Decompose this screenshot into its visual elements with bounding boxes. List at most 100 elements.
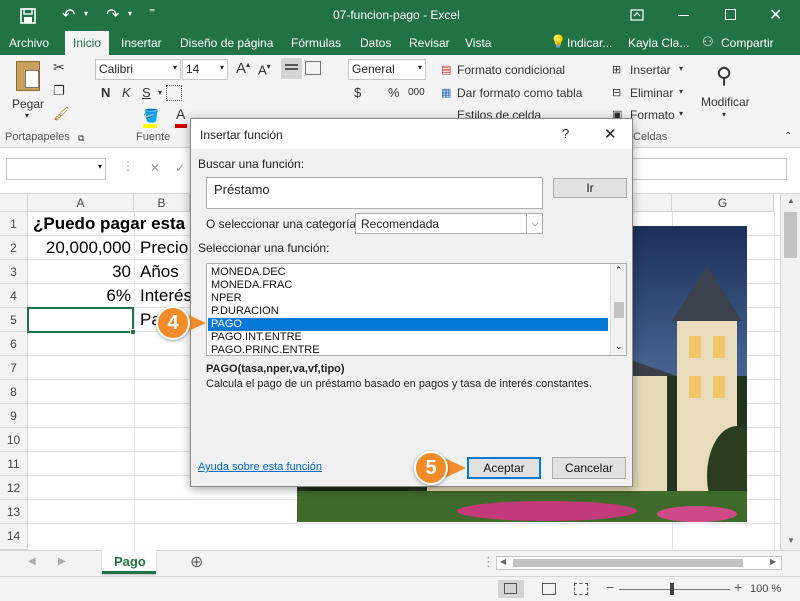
row-header[interactable]: 11 [0, 452, 28, 476]
insert-cells-button[interactable]: Insertar [630, 63, 671, 77]
tab-insertar[interactable]: Insertar [121, 36, 162, 50]
wrap-text-icon[interactable] [305, 61, 321, 75]
vertical-scrollbar[interactable]: ▲ ▼ [780, 194, 800, 550]
function-list-scrollbar[interactable]: ⌃ ⌄ [610, 264, 626, 355]
scroll-left-icon[interactable]: ◀ [500, 557, 506, 566]
row-header[interactable]: 6 [0, 332, 28, 356]
row-header[interactable]: 14 [0, 524, 28, 550]
sheet-prev-icon[interactable]: ◀ [28, 556, 36, 567]
customize-qat-icon[interactable]: ⁼ [149, 5, 155, 19]
undo-dropdown-icon[interactable]: ▾ [84, 9, 88, 18]
modify-button[interactable]: Modificar [701, 95, 750, 109]
cell-a3[interactable]: 30 [28, 260, 131, 284]
chevron-down-icon[interactable]: ▾ [679, 64, 683, 73]
active-cell-a5[interactable] [27, 307, 134, 333]
tab-revisar[interactable]: Revisar [409, 36, 450, 50]
column-header-b[interactable]: B [134, 194, 190, 212]
paste-label[interactable]: Pegar [12, 97, 44, 111]
copy-icon[interactable]: ❐ [53, 83, 65, 99]
chevron-down-icon[interactable]: ▾ [679, 87, 683, 96]
delete-cells-button[interactable]: Eliminar [630, 86, 673, 100]
font-size-box[interactable]: 14 ▾ [182, 59, 228, 80]
table-format-button[interactable]: Dar formato como tabla [457, 86, 582, 100]
format-cells-button[interactable]: Formato [630, 108, 675, 122]
row-header[interactable]: 12 [0, 476, 28, 500]
tab-inicio[interactable]: Inicio [65, 31, 110, 55]
cut-icon[interactable]: ✂ [53, 59, 65, 76]
scroll-up-icon[interactable]: ⌃ [615, 265, 623, 276]
ribbon-display-icon[interactable] [630, 9, 644, 21]
name-box[interactable]: ▾ [6, 158, 106, 180]
chevron-down-icon[interactable]: ⌵ [526, 214, 543, 233]
font-name-box[interactable]: Calibri ▾ [95, 59, 181, 80]
share-button[interactable]: ⚇ Compartir [696, 31, 788, 55]
function-list-item[interactable]: MONEDA.DEC [208, 266, 608, 279]
zoom-in-icon[interactable]: + [734, 579, 742, 595]
page-break-icon[interactable] [574, 583, 588, 595]
close-icon[interactable]: ✕ [769, 5, 782, 25]
row-header[interactable]: 3 [0, 260, 28, 284]
row-header[interactable]: 10 [0, 428, 28, 452]
function-list-item[interactable]: MONEDA.FRAC [208, 279, 608, 292]
row-header[interactable]: 5 [0, 308, 28, 332]
confirm-entry-icon[interactable]: ✓ [175, 161, 185, 175]
column-header-f[interactable] [633, 194, 672, 212]
normal-view-icon[interactable] [498, 580, 524, 598]
chevron-down-icon[interactable]: ▾ [722, 110, 726, 119]
zoom-slider-thumb[interactable] [670, 583, 674, 595]
cell-b2[interactable]: Precio [140, 236, 188, 260]
paste-dropdown-icon[interactable]: ▾ [25, 111, 29, 120]
number-format-box[interactable]: General ▾ [348, 59, 426, 80]
thousands-button[interactable]: 000 [408, 87, 425, 98]
redo-icon[interactable]: ↷ [106, 5, 119, 25]
dialog-help-button[interactable]: ? [562, 126, 569, 141]
select-all-corner[interactable] [0, 194, 28, 212]
sheet-tab-pago[interactable]: Pago [102, 550, 156, 574]
cancel-entry-icon[interactable]: ✕ [150, 161, 160, 175]
row-header[interactable]: 4 [0, 284, 28, 308]
row-header[interactable]: 13 [0, 500, 28, 524]
column-header-g[interactable]: G [672, 194, 774, 212]
clipboard-launcher-icon[interactable]: ⧉ [78, 133, 84, 144]
scroll-up-icon[interactable]: ▲ [787, 196, 795, 205]
zoom-level[interactable]: 100 % [750, 583, 781, 595]
percent-button[interactable]: % [388, 85, 400, 100]
cell-a2[interactable]: 20,000,000 [28, 236, 131, 260]
paste-icon[interactable] [16, 61, 40, 91]
function-list-thumb[interactable] [614, 302, 624, 318]
undo-icon[interactable]: ↶ [62, 5, 75, 25]
conditional-format-button[interactable]: Formato condicional [457, 63, 565, 77]
tell-me[interactable]: Indicar... [567, 36, 612, 50]
grow-font-icon[interactable]: A▴ [236, 60, 250, 77]
function-list-item[interactable]: PAGO.INT.ENTRE [208, 331, 608, 344]
shrink-font-icon[interactable]: A▾ [258, 62, 271, 77]
underline-button[interactable]: S [142, 85, 151, 100]
fill-color-icon[interactable]: 🪣 [143, 108, 159, 124]
function-list[interactable]: MONEDA.DEC MONEDA.FRAC NPER P.DURACION P… [206, 263, 627, 356]
maximize-icon[interactable] [725, 9, 736, 20]
scroll-down-icon[interactable]: ▼ [787, 536, 795, 545]
fill-handle[interactable] [130, 329, 136, 335]
row-header[interactable]: 8 [0, 380, 28, 404]
tab-archivo[interactable]: Archivo [9, 36, 49, 50]
scroll-right-icon[interactable]: ▶ [770, 557, 776, 566]
vertical-scroll-thumb[interactable] [784, 212, 797, 258]
minimize-icon[interactable] [678, 15, 689, 16]
save-icon[interactable] [20, 8, 36, 24]
help-link[interactable]: Ayuda sobre esta función [198, 461, 322, 473]
tab-vista[interactable]: Vista [465, 36, 491, 50]
chevron-down-icon[interactable]: ▾ [679, 109, 683, 118]
row-header[interactable]: 2 [0, 236, 28, 260]
function-search-input[interactable]: Préstamo [206, 177, 543, 209]
collapse-ribbon-icon[interactable]: ⌃ [784, 131, 792, 142]
tab-formulas[interactable]: Fórmulas [291, 36, 341, 50]
underline-dropdown-icon[interactable]: ▾ [158, 88, 162, 97]
ok-button[interactable]: Aceptar [467, 457, 541, 479]
currency-button[interactable]: $ [354, 85, 361, 100]
redo-dropdown-icon[interactable]: ▾ [128, 9, 132, 18]
horizontal-scroll-thumb[interactable] [513, 559, 743, 567]
tab-split-handle-icon[interactable]: ⋮ [482, 554, 495, 570]
function-list-item-selected[interactable]: PAGO [208, 318, 608, 331]
go-button[interactable]: Ir [553, 178, 627, 198]
zoom-out-icon[interactable]: − [606, 579, 614, 595]
